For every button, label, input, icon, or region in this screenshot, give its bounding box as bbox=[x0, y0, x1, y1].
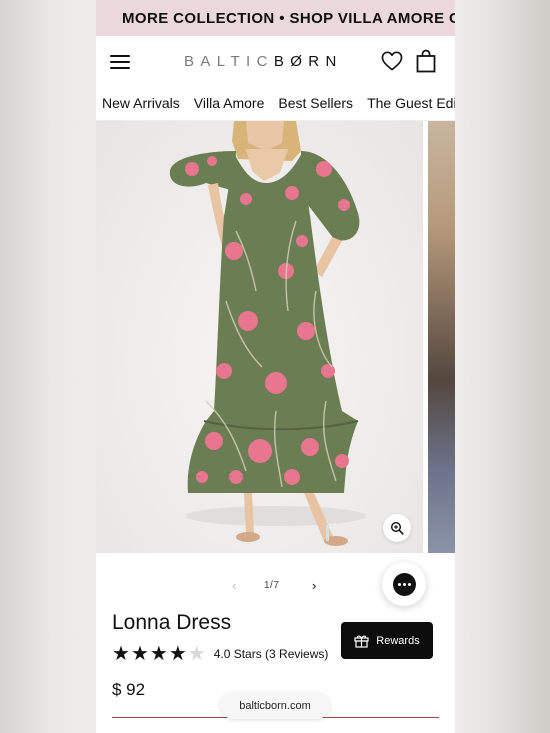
promo-banner[interactable]: MORE COLLECTION • SHOP VILLA AMORE CO bbox=[96, 0, 455, 36]
browser-url: balticborn.com bbox=[239, 699, 311, 712]
star-rating: ★ ★ ★ ★ ★ bbox=[112, 643, 206, 665]
product-gallery[interactable] bbox=[96, 121, 455, 553]
star-icon: ★ bbox=[149, 643, 168, 665]
hamburger-menu-icon[interactable] bbox=[110, 55, 130, 69]
pager-count: 1/7 bbox=[264, 580, 280, 591]
product-price: $ 92 bbox=[112, 680, 146, 699]
browser-url-bar[interactable]: balticborn.com bbox=[220, 692, 330, 719]
rating-text[interactable]: 4.0 Stars (3 Reviews) bbox=[214, 647, 329, 661]
chat-bubble-icon[interactable] bbox=[382, 562, 426, 606]
nav-best-sellers[interactable]: Best Sellers bbox=[278, 95, 353, 111]
rewards-button[interactable]: Rewards bbox=[341, 622, 433, 659]
product-rating[interactable]: ★ ★ ★ ★ ★ 4.0 Stars (3 Reviews) bbox=[112, 643, 329, 665]
background-left bbox=[0, 0, 96, 733]
previous-image-icon[interactable]: ‹ bbox=[232, 578, 236, 593]
next-product-image-peek[interactable] bbox=[428, 121, 455, 553]
dress-illustration bbox=[169, 121, 366, 546]
nav-new-arrivals[interactable]: New Arrivals bbox=[102, 95, 180, 111]
logo-light-text: BALTIC bbox=[184, 53, 274, 70]
rewards-label: Rewards bbox=[376, 634, 420, 647]
next-image-icon[interactable]: › bbox=[312, 578, 316, 593]
heart-icon[interactable] bbox=[381, 51, 403, 71]
shopping-bag-icon[interactable] bbox=[416, 49, 436, 73]
gift-icon bbox=[354, 635, 369, 648]
site-header: BALTICBØRN bbox=[96, 36, 455, 86]
promo-text: MORE COLLECTION • SHOP VILLA AMORE CO bbox=[122, 9, 455, 27]
product-image[interactable] bbox=[96, 121, 423, 553]
background-right bbox=[455, 0, 550, 733]
star-icon: ★ bbox=[130, 643, 149, 665]
star-icon: ★ bbox=[112, 643, 130, 665]
product-title: Lonna Dress bbox=[112, 611, 232, 634]
brand-logo[interactable]: BALTICBØRN bbox=[184, 53, 343, 70]
category-nav: New Arrivals Villa Amore Best Sellers Th… bbox=[96, 86, 455, 121]
nav-guest-edit[interactable]: The Guest Edit bbox=[367, 95, 455, 111]
star-empty-icon: ★ bbox=[187, 643, 206, 665]
nav-villa-amore[interactable]: Villa Amore bbox=[194, 95, 265, 111]
zoom-in-icon[interactable] bbox=[383, 514, 411, 542]
logo-dark-text: BØRN bbox=[273, 53, 343, 70]
star-icon: ★ bbox=[168, 643, 187, 665]
mobile-page: MORE COLLECTION • SHOP VILLA AMORE CO BA… bbox=[96, 0, 455, 733]
